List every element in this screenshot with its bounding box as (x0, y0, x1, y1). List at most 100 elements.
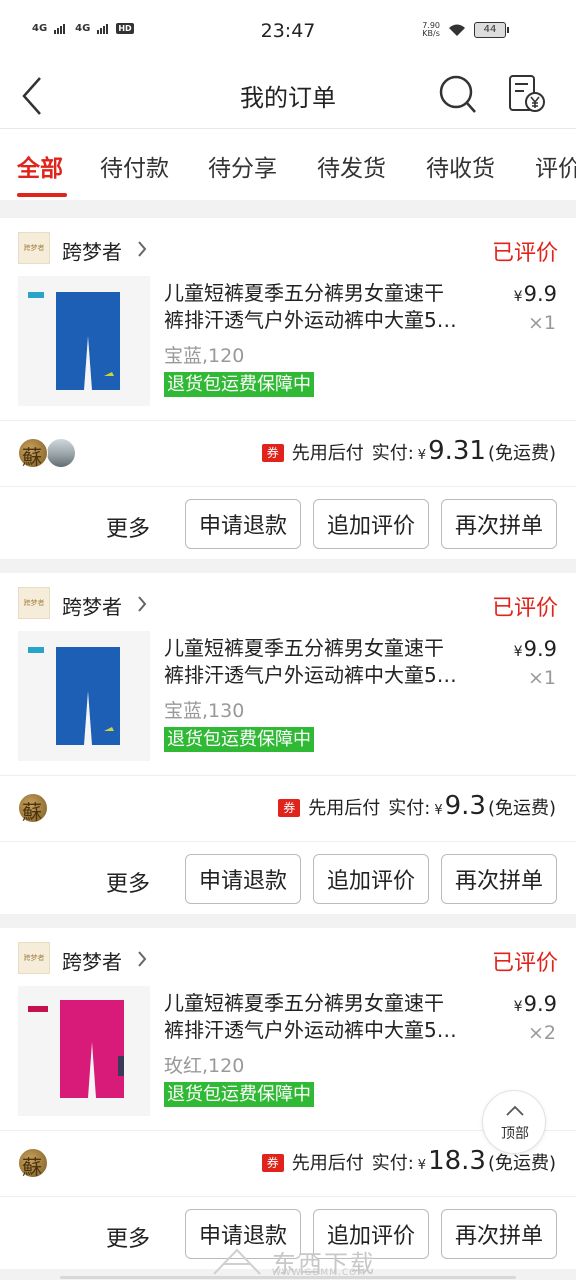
pay-later-label: 先用后付 (291, 443, 364, 464)
tab-all[interactable]: 全部 (17, 149, 63, 183)
nav-bar: 我的订单 (0, 64, 576, 128)
order-tabs: 全部 待付款 待分享 待发货 待收货 评价 (0, 128, 576, 200)
shop-name[interactable]: 跨梦者 (62, 236, 122, 265)
back-to-top-button[interactable]: 顶部 (482, 1090, 546, 1154)
divider (0, 775, 576, 776)
battery-icon: 44 (474, 22, 509, 38)
order-status: 已评价 (491, 951, 558, 976)
product-price: ¥9.9 (513, 992, 557, 1016)
currency-symbol: ¥ (417, 448, 427, 463)
paid-amount: 9.31 (428, 436, 486, 466)
paid-amount: 18.3 (428, 1146, 486, 1176)
tab-pending-payment[interactable]: 待付款 (100, 149, 169, 183)
paid-label: 实付: (371, 1153, 414, 1174)
return-shipping-badge: 退货包运费保障中 (164, 1082, 314, 1107)
pay-later-label: 先用后付 (291, 1153, 364, 1174)
chevron-right-icon (138, 951, 147, 967)
order-status: 已评价 (491, 596, 558, 621)
tab-pending-receipt[interactable]: 待收货 (426, 149, 495, 183)
product-image[interactable] (18, 276, 150, 406)
product-quantity: ×1 (527, 667, 556, 689)
shorts-icon (28, 292, 120, 390)
product-quantity: ×2 (527, 1022, 556, 1044)
product-spec: 玫红,120 (164, 1055, 245, 1077)
divider (0, 1196, 576, 1197)
more-button[interactable]: 更多 (106, 866, 150, 898)
bill-icon[interactable] (506, 72, 546, 116)
more-button[interactable]: 更多 (106, 511, 150, 543)
avatar: 蘇 (18, 1148, 48, 1179)
tab-pending-share[interactable]: 待分享 (208, 149, 277, 183)
shop-name[interactable]: 跨梦者 (62, 946, 122, 975)
product-spec: 宝蓝,120 (164, 345, 245, 367)
shorts-icon (28, 647, 120, 745)
product-title[interactable]: 儿童短裤夏季五分裤男女童速干 裤排汗透气户外运动裤中大童5… (164, 635, 494, 689)
avatar: 蘇 (18, 793, 48, 824)
add-review-button[interactable]: 追加评价 (313, 499, 429, 549)
product-image[interactable] (18, 631, 150, 761)
currency-symbol: ¥ (417, 1158, 427, 1173)
page-title: 我的订单 (240, 84, 336, 112)
order-card[interactable]: 跨梦者 跨梦者 已评价 儿童短裤夏季五分裤男女童速干 裤排汗透气户外运动裤中大童… (0, 573, 576, 914)
payment-summary: 券 先用后付 实付: ¥ 9.31 (免运费) (261, 436, 556, 466)
shop-logo: 跨梦者 (18, 942, 50, 974)
product-title[interactable]: 儿童短裤夏季五分裤男女童速干 裤排汗透气户外运动裤中大童5… (164, 280, 494, 334)
product-price: ¥9.9 (513, 282, 557, 306)
product-quantity: ×1 (527, 312, 556, 334)
active-tab-indicator (17, 193, 67, 197)
shipping-note: (免运费) (487, 443, 556, 464)
coupon-icon: 券 (278, 799, 301, 817)
shorts-icon (28, 1000, 124, 1098)
product-price: ¥9.9 (513, 637, 557, 661)
avatar (46, 438, 76, 468)
paid-label: 实付: (371, 443, 414, 464)
reorder-button[interactable]: 再次拼单 (441, 1209, 557, 1259)
network-speed: 7.90 KB/s (422, 21, 440, 38)
currency-symbol: ¥ (434, 803, 443, 818)
group-avatars: 蘇 (18, 1148, 48, 1179)
return-shipping-badge: 退货包运费保障中 (164, 727, 314, 752)
order-card[interactable]: 跨梦者 跨梦者 已评价 儿童短裤夏季五分裤男女童速干 裤排汗透气户外运动裤中大童… (0, 928, 576, 1269)
status-right: 7.90 KB/s 44 (422, 21, 509, 38)
paid-label: 实付: (388, 798, 431, 819)
home-indicator[interactable] (60, 1276, 516, 1279)
chevron-right-icon (138, 596, 147, 612)
return-shipping-badge: 退货包运费保障中 (164, 372, 314, 397)
watermark-logo-icon (213, 1248, 261, 1275)
product-spec: 宝蓝,130 (164, 700, 245, 722)
avatar: 蘇 (18, 438, 48, 469)
paid-amount: 9.3 (444, 791, 486, 821)
tab-pending-shipment[interactable]: 待发货 (317, 149, 386, 183)
group-avatars: 蘇 (18, 793, 48, 824)
reorder-button[interactable]: 再次拼单 (441, 854, 557, 904)
request-refund-button[interactable]: 申请退款 (185, 499, 301, 549)
reorder-button[interactable]: 再次拼单 (441, 499, 557, 549)
coupon-icon: 券 (261, 444, 284, 462)
order-status: 已评价 (491, 241, 558, 266)
request-refund-button[interactable]: 申请退款 (185, 854, 301, 904)
tab-review[interactable]: 评价 (535, 149, 576, 183)
back-to-top-label: 顶部 (501, 1126, 529, 1142)
divider (0, 420, 576, 421)
product-image[interactable] (18, 986, 150, 1116)
pay-later-label: 先用后付 (308, 798, 381, 819)
shop-logo: 跨梦者 (18, 232, 50, 264)
divider (0, 486, 576, 487)
chevron-up-icon (506, 1105, 524, 1116)
shop-name[interactable]: 跨梦者 (62, 591, 122, 620)
divider (0, 841, 576, 842)
status-bar: 4G 4G HD 23:47 7.90 KB/s 44 (0, 0, 576, 64)
product-title[interactable]: 儿童短裤夏季五分裤男女童速干 裤排汗透气户外运动裤中大童5… (164, 990, 494, 1044)
wifi-icon (449, 24, 465, 36)
search-icon[interactable] (438, 74, 478, 116)
more-button[interactable]: 更多 (106, 1221, 150, 1253)
coupon-icon: 券 (261, 1154, 284, 1172)
payment-summary: 券 先用后付 实付: ¥ 9.3 (免运费) (278, 791, 556, 821)
order-card[interactable]: 跨梦者 跨梦者 已评价 儿童短裤夏季五分裤男女童速干 裤排汗透气户外运动裤中大童… (0, 218, 576, 559)
chevron-right-icon (138, 241, 147, 257)
shop-logo: 跨梦者 (18, 587, 50, 619)
group-avatars: 蘇 (18, 438, 76, 469)
add-review-button[interactable]: 追加评价 (313, 854, 429, 904)
shipping-note: (免运费) (487, 798, 556, 819)
battery-level: 44 (483, 24, 497, 35)
